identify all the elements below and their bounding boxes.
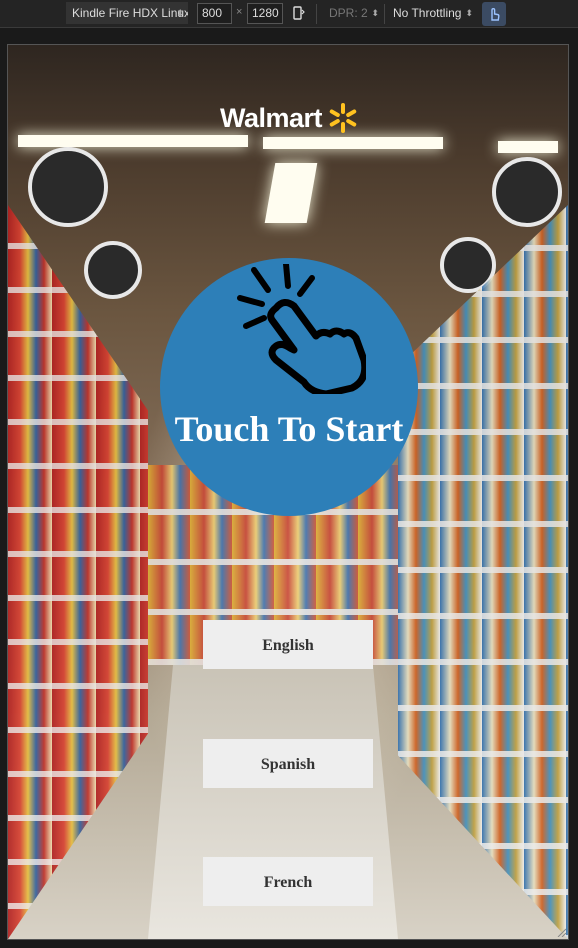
device-select[interactable]: Kindle Fire HDX Linux ⬍ <box>66 2 188 24</box>
spark-ray <box>346 109 357 118</box>
tapping-hand-icon <box>237 264 366 394</box>
chevron-updown-icon: ⬍ <box>465 8 473 18</box>
spark-ray <box>329 109 340 117</box>
device-viewport: Walmart Touch To Start English Spanish F… <box>7 44 569 940</box>
spark-ray <box>341 122 346 133</box>
ceiling-light <box>498 141 558 153</box>
chevron-updown-icon: ⬍ <box>176 8 184 18</box>
french-button[interactable]: French <box>203 857 373 906</box>
english-button[interactable]: English <box>203 620 373 669</box>
ceiling-light <box>263 137 443 149</box>
spark-icon <box>329 103 357 133</box>
device-select-label: Kindle Fire HDX Linux <box>72 6 188 20</box>
resize-grip-icon[interactable] <box>556 927 566 937</box>
rotate-icon[interactable] <box>293 6 305 20</box>
dpr-select-label: DPR: 2 <box>329 6 368 20</box>
touch-to-start-button[interactable]: Touch To Start <box>160 258 418 516</box>
throttling-select-label: No Throttling <box>393 6 462 20</box>
dimension-separator: × <box>236 6 243 18</box>
touch-to-start-label: Touch To Start <box>174 409 404 449</box>
spark-ray <box>346 119 357 127</box>
ceiling-light <box>18 135 248 147</box>
width-input[interactable]: 800 <box>197 3 232 24</box>
device-toolbar: Kindle Fire HDX Linux ⬍ 800 × 1280 DPR: … <box>0 0 578 28</box>
aisle-sign <box>84 241 142 299</box>
touch-emulation-button[interactable] <box>482 2 506 26</box>
toolbar-divider <box>384 4 385 24</box>
toolbar-divider <box>316 4 317 24</box>
spark-ray <box>341 103 346 114</box>
spark-ray <box>329 118 340 127</box>
dpr-select[interactable]: DPR: 2 ⬍ <box>323 2 383 24</box>
throttling-select[interactable]: No Throttling ⬍ <box>387 2 477 24</box>
height-input[interactable]: 1280 <box>247 3 283 24</box>
aisle-sign <box>28 147 108 227</box>
brand-name: Walmart <box>220 102 323 133</box>
spanish-button[interactable]: Spanish <box>203 739 373 788</box>
brand-logo: Walmart <box>220 101 360 135</box>
aisle-sign <box>492 157 562 227</box>
touch-icon <box>491 8 500 21</box>
chevron-updown-icon: ⬍ <box>371 8 379 18</box>
